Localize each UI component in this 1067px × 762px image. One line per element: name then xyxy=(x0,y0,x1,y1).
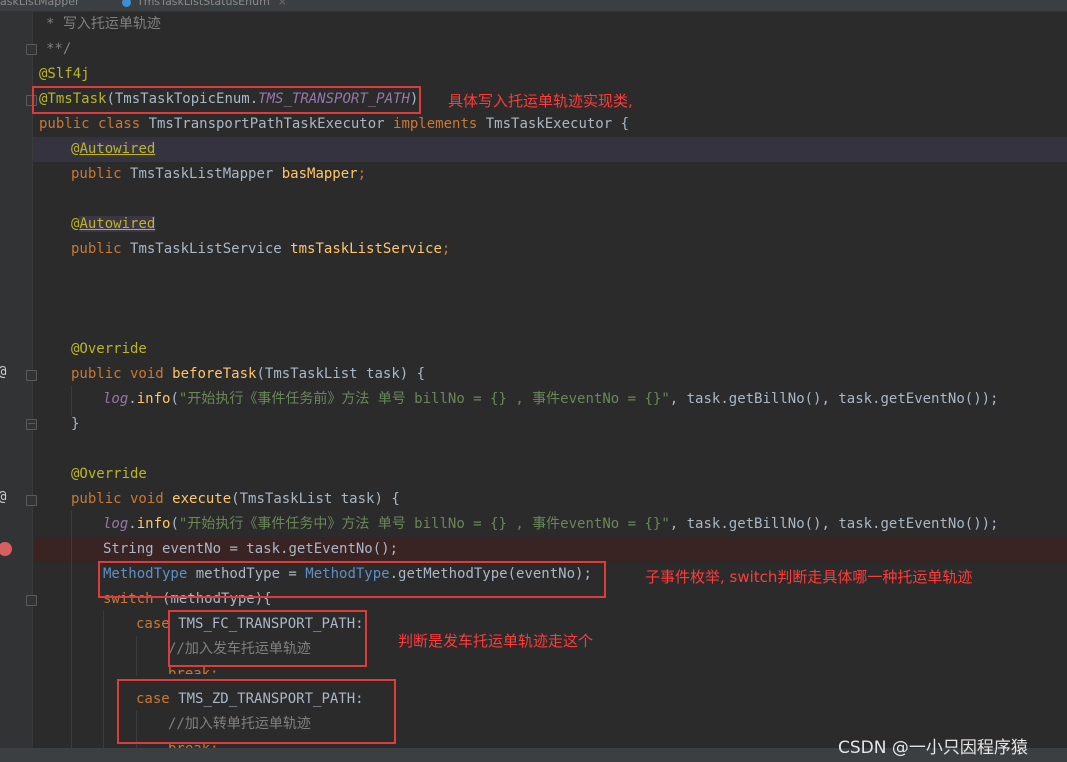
enum-file-icon xyxy=(122,0,131,7)
token: . xyxy=(128,516,137,532)
token: public class xyxy=(39,116,149,132)
tab-task-list-status-enum[interactable]: TmsTaskListStatusEnum × xyxy=(122,0,287,10)
override-method-icon[interactable]: @ xyxy=(0,489,6,505)
token: TmsTaskListService xyxy=(130,241,291,257)
token: ( xyxy=(231,491,240,507)
token: Autowired xyxy=(79,216,156,232)
token: TmsTaskList xyxy=(239,491,333,507)
tab-label: askListMapper xyxy=(0,0,80,8)
token: task) { xyxy=(332,491,400,507)
annotation-box-fc-case xyxy=(168,610,367,667)
code-line-3: @Slf4j xyxy=(39,66,90,82)
fold-marker[interactable] xyxy=(26,44,37,55)
token: tmsTaskListService xyxy=(290,241,442,257)
token: log xyxy=(103,516,129,532)
token: log xyxy=(103,391,129,407)
annotation-note-fc-case: 判断是发车托运单轨迹走这个 xyxy=(398,632,594,650)
token: String xyxy=(103,541,163,557)
code-line-15: public void beforeTask(TmsTaskList task)… xyxy=(71,362,425,387)
code-line-16: log.info("开始执行《事件任务前》方法 单号 billNo = {} ,… xyxy=(103,387,999,412)
fold-marker[interactable] xyxy=(26,495,37,506)
current-line-highlight xyxy=(33,137,1067,162)
code-line-19: @Override xyxy=(71,466,147,482)
code-line-6: @Autowired xyxy=(71,137,156,162)
annotation-box-zd-case xyxy=(117,679,396,744)
annotation-box-method-type xyxy=(98,561,606,598)
token: "开始执行《事件任务前》方法 单号 billNo = {} , 事件eventN… xyxy=(178,391,670,407)
code-line-14: @Override xyxy=(71,341,147,357)
token: { xyxy=(612,116,630,132)
token: public void xyxy=(71,491,173,507)
token: implements xyxy=(393,116,486,132)
token: info xyxy=(136,391,171,407)
code-line-10: public TmsTaskListService tmsTaskListSer… xyxy=(71,237,450,262)
annotation-note-enum-switch: 子事件枚举, switch判断走具体哪一种托运单轨迹 xyxy=(645,568,973,586)
token: eventNo = task.getEventNo(); xyxy=(162,541,399,557)
code-line-20: public void execute(TmsTaskList task) { xyxy=(71,487,400,512)
token: info xyxy=(136,516,171,532)
tab-label: TmsTaskListStatusEnum xyxy=(137,0,270,8)
token: public xyxy=(71,241,131,257)
tab-task-list-mapper[interactable]: askListMapper xyxy=(0,0,80,10)
token: , task.getBillNo(), task.getEventNo()); xyxy=(669,516,999,532)
token: "开始执行《事件任务中》方法 单号 billNo = {} , 事件eventN… xyxy=(178,516,670,532)
csdn-watermark: CSDN @一小只因程序猿 xyxy=(838,738,1028,758)
token: ; xyxy=(357,166,367,182)
token: TmsTaskListMapper xyxy=(130,166,282,182)
indent-guide xyxy=(71,511,72,748)
fold-marker[interactable] xyxy=(26,419,37,430)
token: TmsTaskList xyxy=(264,366,358,382)
token: beforeTask xyxy=(172,366,257,382)
token: ( xyxy=(170,391,179,407)
code-line-5: public class TmsTransportPathTaskExecuto… xyxy=(39,112,629,137)
token: . xyxy=(128,391,137,407)
code-line-17: } xyxy=(71,416,80,432)
code-line-22: String eventNo = task.getEventNo(); xyxy=(103,537,398,562)
token: TmsTransportPathTaskExecutor xyxy=(148,116,394,132)
override-method-icon[interactable]: @ xyxy=(0,364,6,380)
close-icon[interactable]: × xyxy=(278,0,287,8)
fold-marker[interactable] xyxy=(26,370,37,381)
annotation-box-task-annotation xyxy=(32,86,421,114)
token: ; xyxy=(441,241,451,257)
token: public void xyxy=(71,366,173,382)
indent-guide xyxy=(136,636,137,676)
token: ( xyxy=(256,366,265,382)
annotation-note-implementation: 具体写入托运单轨迹实现类, xyxy=(448,92,633,110)
editor-tab-bar: askListMapper TmsTaskListStatusEnum × xyxy=(0,0,1067,12)
code-line-9: @Autowired xyxy=(71,212,156,237)
token: TmsTaskExecutor xyxy=(485,116,613,132)
code-line-2: **/ xyxy=(46,41,72,57)
token: public xyxy=(71,166,131,182)
code-line-1: * 写入托运单轨迹 xyxy=(46,16,161,32)
code-line-21: log.info("开始执行《事件任务中》方法 单号 billNo = {} ,… xyxy=(103,512,999,537)
token: , task.getBillNo(), task.getEventNo()); xyxy=(669,391,999,407)
token: task) { xyxy=(357,366,426,382)
fold-marker[interactable] xyxy=(26,595,37,606)
token: execute xyxy=(172,491,232,507)
token: basMapper xyxy=(281,166,358,182)
code-line-7: public TmsTaskListMapper basMapper; xyxy=(71,162,366,187)
token: ( xyxy=(170,516,179,532)
token: Autowired xyxy=(79,141,156,157)
indent-guide xyxy=(103,611,104,748)
